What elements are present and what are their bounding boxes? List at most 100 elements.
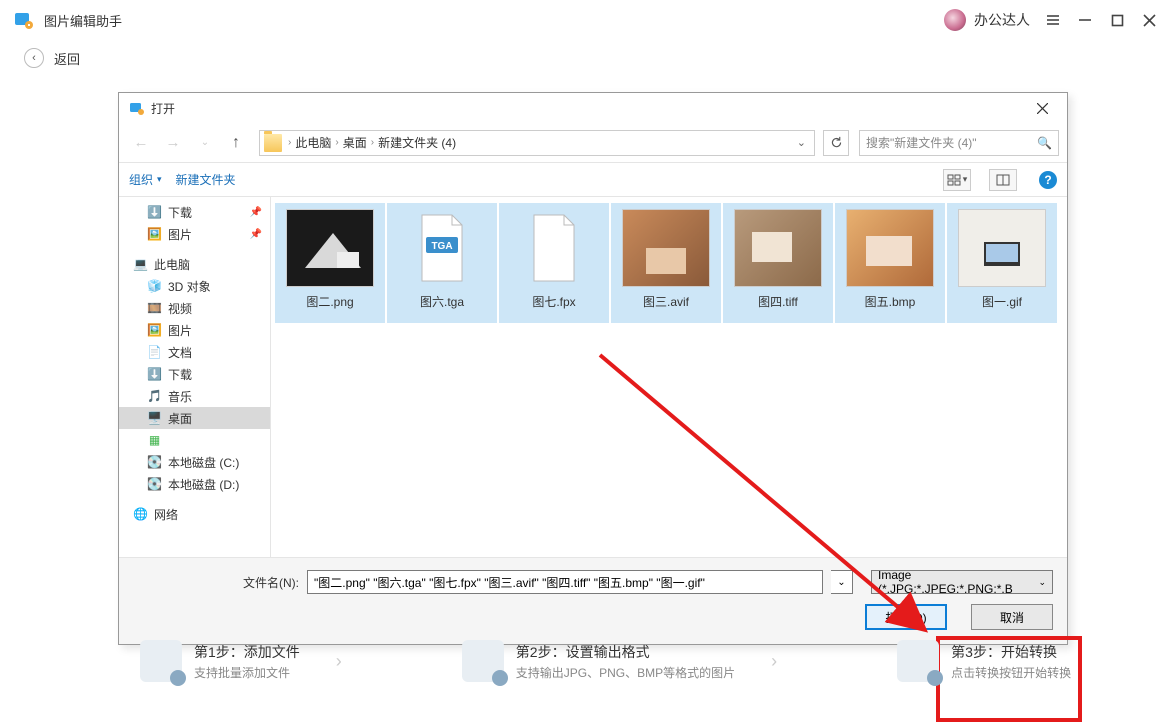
- step-desc: 点击转换按钮开始转换: [951, 664, 1071, 681]
- chevron-right-icon: ›: [336, 651, 342, 672]
- file-label: 图二.png: [306, 293, 353, 310]
- crumb-0[interactable]: 此电脑: [295, 134, 331, 151]
- step-title: 第3步：开始转换: [951, 642, 1071, 662]
- nav-tree: ⬇️下载📌 🖼️图片📌 💻此电脑 🧊3D 对象 🎞️视频 🖼️图片 📄文档 ⬇️…: [119, 197, 271, 557]
- file-label: 图六.tga: [420, 293, 464, 310]
- thumb-icon: [286, 209, 374, 287]
- open-dialog: 打开 ← → ⌄ ↑ › 此电脑 › 桌面 › 新建文件夹 (4) ⌄ 🔍 组织…: [118, 92, 1068, 645]
- step-1: 第1步：添加文件支持批量添加文件 ›: [140, 640, 342, 682]
- step-icon: [140, 640, 182, 682]
- file-item[interactable]: 图一.gif: [947, 203, 1057, 323]
- preview-pane-button[interactable]: [989, 169, 1017, 191]
- dialog-title: 打开: [151, 100, 1027, 117]
- pin-icon: 📌: [250, 229, 262, 240]
- nav-forward-icon[interactable]: →: [159, 129, 187, 157]
- back-label: 返回: [54, 49, 80, 68]
- crumb-1[interactable]: 桌面: [343, 134, 367, 151]
- back-row: ‹ 返回: [0, 40, 1168, 76]
- filename-dropdown[interactable]: ⌄: [831, 570, 853, 594]
- dialog-close-button[interactable]: [1027, 96, 1057, 120]
- help-icon[interactable]: ?: [1039, 171, 1057, 189]
- avatar: [944, 9, 966, 31]
- step-desc: 支持输出JPG、PNG、BMP等格式的图片: [516, 664, 735, 681]
- search-input[interactable]: [866, 136, 1037, 150]
- new-folder-button[interactable]: 新建文件夹: [176, 171, 236, 188]
- file-label: 图五.bmp: [865, 293, 916, 310]
- filetype-filter[interactable]: Image (*.JPG;*.JPEG;*.PNG;*.B⌄: [871, 570, 1053, 594]
- nav-up-icon[interactable]: ↑: [223, 130, 249, 156]
- user-label: 办公达人: [974, 10, 1030, 30]
- minimize-icon[interactable]: [1078, 13, 1092, 27]
- filename-input[interactable]: "图二.png" "图六.tga" "图七.fpx" "图三.avif" "图四…: [307, 570, 823, 594]
- file-item[interactable]: TGA 图六.tga: [387, 203, 497, 323]
- app-title: 图片编辑助手: [44, 11, 122, 30]
- app-titlebar: 图片编辑助手 办公达人: [0, 0, 1168, 40]
- thumb-icon: [510, 209, 598, 287]
- steps-row: 第1步：添加文件支持批量添加文件 › 第2步：设置输出格式支持输出JPG、PNG…: [140, 640, 1071, 682]
- nav-back-icon[interactable]: ←: [127, 129, 155, 157]
- tree-3dobjects[interactable]: 🧊3D 对象: [119, 275, 270, 297]
- tree-downloads2[interactable]: ⬇️下载: [119, 363, 270, 385]
- address-dropdown[interactable]: ⌄: [793, 136, 810, 149]
- file-label: 图三.avif: [643, 293, 689, 310]
- user-area[interactable]: 办公达人: [944, 9, 1030, 31]
- tree-downloads[interactable]: ⬇️下载📌: [119, 201, 270, 223]
- step-desc: 支持批量添加文件: [194, 664, 300, 681]
- search-box[interactable]: 🔍: [859, 130, 1059, 156]
- filename-label: 文件名(N):: [243, 574, 299, 591]
- pin-icon: 📌: [250, 207, 262, 218]
- step-title: 第1步：添加文件: [194, 642, 300, 662]
- file-label: 图一.gif: [982, 293, 1022, 310]
- tree-network[interactable]: 🌐网络: [119, 503, 270, 525]
- file-label: 图七.fpx: [532, 293, 575, 310]
- back-button[interactable]: ‹: [24, 48, 44, 68]
- open-button[interactable]: 打开(O): [865, 604, 947, 630]
- step-title: 第2步：设置输出格式: [516, 642, 735, 662]
- step-icon: [897, 640, 939, 682]
- app-icon: [12, 8, 36, 32]
- folder-icon: [264, 134, 282, 152]
- view-mode-button[interactable]: ▾: [943, 169, 971, 191]
- search-icon[interactable]: 🔍: [1037, 136, 1052, 150]
- cancel-button[interactable]: 取消: [971, 604, 1053, 630]
- file-item[interactable]: 图七.fpx: [499, 203, 609, 323]
- thumb-icon: [734, 209, 822, 287]
- thumb-icon: [846, 209, 934, 287]
- dialog-footer: 文件名(N): "图二.png" "图六.tga" "图七.fpx" "图三.a…: [119, 557, 1067, 644]
- dialog-icon: [129, 100, 145, 116]
- tree-videos[interactable]: 🎞️视频: [119, 297, 270, 319]
- tree-diskc[interactable]: 💽本地磁盘 (C:): [119, 451, 270, 473]
- step-3: 第3步：开始转换点击转换按钮开始转换: [897, 640, 1071, 682]
- svg-text:TGA: TGA: [431, 241, 452, 252]
- tree-unnamed[interactable]: ▦: [119, 429, 270, 451]
- crumb-2[interactable]: 新建文件夹 (4): [378, 134, 456, 151]
- maximize-icon[interactable]: [1110, 13, 1124, 27]
- nav-bar: ← → ⌄ ↑ › 此电脑 › 桌面 › 新建文件夹 (4) ⌄ 🔍: [119, 123, 1067, 163]
- tree-desktop[interactable]: 🖥️桌面: [119, 407, 270, 429]
- refresh-button[interactable]: [823, 130, 849, 156]
- file-item[interactable]: 图三.avif: [611, 203, 721, 323]
- organize-button[interactable]: 组织▾: [129, 171, 162, 188]
- file-item[interactable]: 图四.tiff: [723, 203, 833, 323]
- file-label: 图四.tiff: [758, 293, 798, 310]
- dialog-toolbar: 组织▾ 新建文件夹 ▾ ?: [119, 163, 1067, 197]
- step-2: 第2步：设置输出格式支持输出JPG、PNG、BMP等格式的图片 ›: [462, 640, 777, 682]
- tree-thispc[interactable]: 💻此电脑: [119, 253, 270, 275]
- file-item[interactable]: 图五.bmp: [835, 203, 945, 323]
- file-item[interactable]: 图二.png: [275, 203, 385, 323]
- thumb-icon: TGA: [398, 209, 486, 287]
- nav-recent-dropdown[interactable]: ⌄: [191, 129, 219, 157]
- step-icon: [462, 640, 504, 682]
- close-icon[interactable]: [1142, 13, 1156, 27]
- dialog-titlebar: 打开: [119, 93, 1067, 123]
- tree-pictures[interactable]: 🖼️图片📌: [119, 223, 270, 245]
- tree-pictures2[interactable]: 🖼️图片: [119, 319, 270, 341]
- address-bar[interactable]: › 此电脑 › 桌面 › 新建文件夹 (4) ⌄: [259, 130, 815, 156]
- chevron-right-icon: ›: [771, 651, 777, 672]
- tree-documents[interactable]: 📄文档: [119, 341, 270, 363]
- thumb-icon: [622, 209, 710, 287]
- file-grid: 图二.png TGA 图六.tga 图七.fpx 图三.avif 图四.t: [271, 197, 1067, 557]
- tree-diskd[interactable]: 💽本地磁盘 (D:): [119, 473, 270, 495]
- menu-icon[interactable]: [1046, 13, 1060, 27]
- tree-music[interactable]: 🎵音乐: [119, 385, 270, 407]
